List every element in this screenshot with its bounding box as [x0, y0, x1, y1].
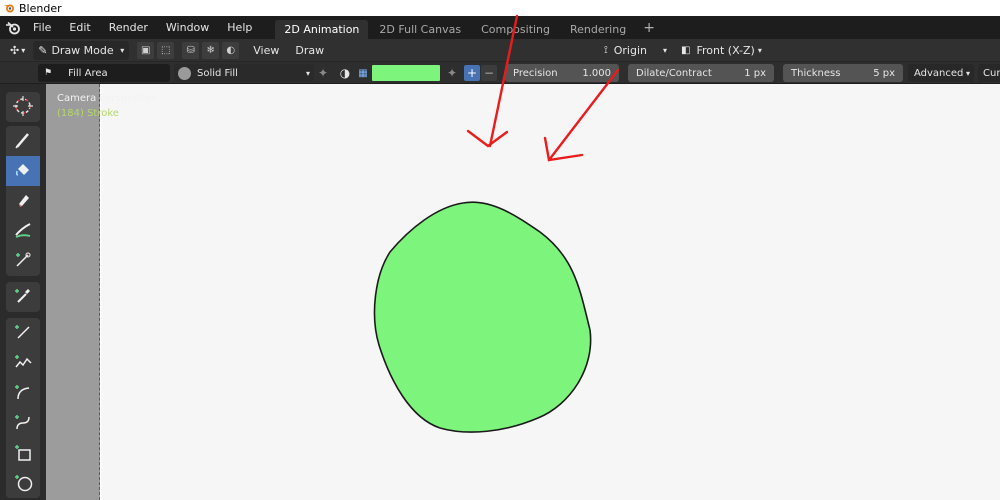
filled-stroke-shape[interactable]: [373, 201, 592, 433]
viewport-drawing: [373, 14, 620, 433]
annotation-arrow-diagonal: [543, 68, 620, 162]
annotation-arrow-straight: [466, 14, 519, 148]
